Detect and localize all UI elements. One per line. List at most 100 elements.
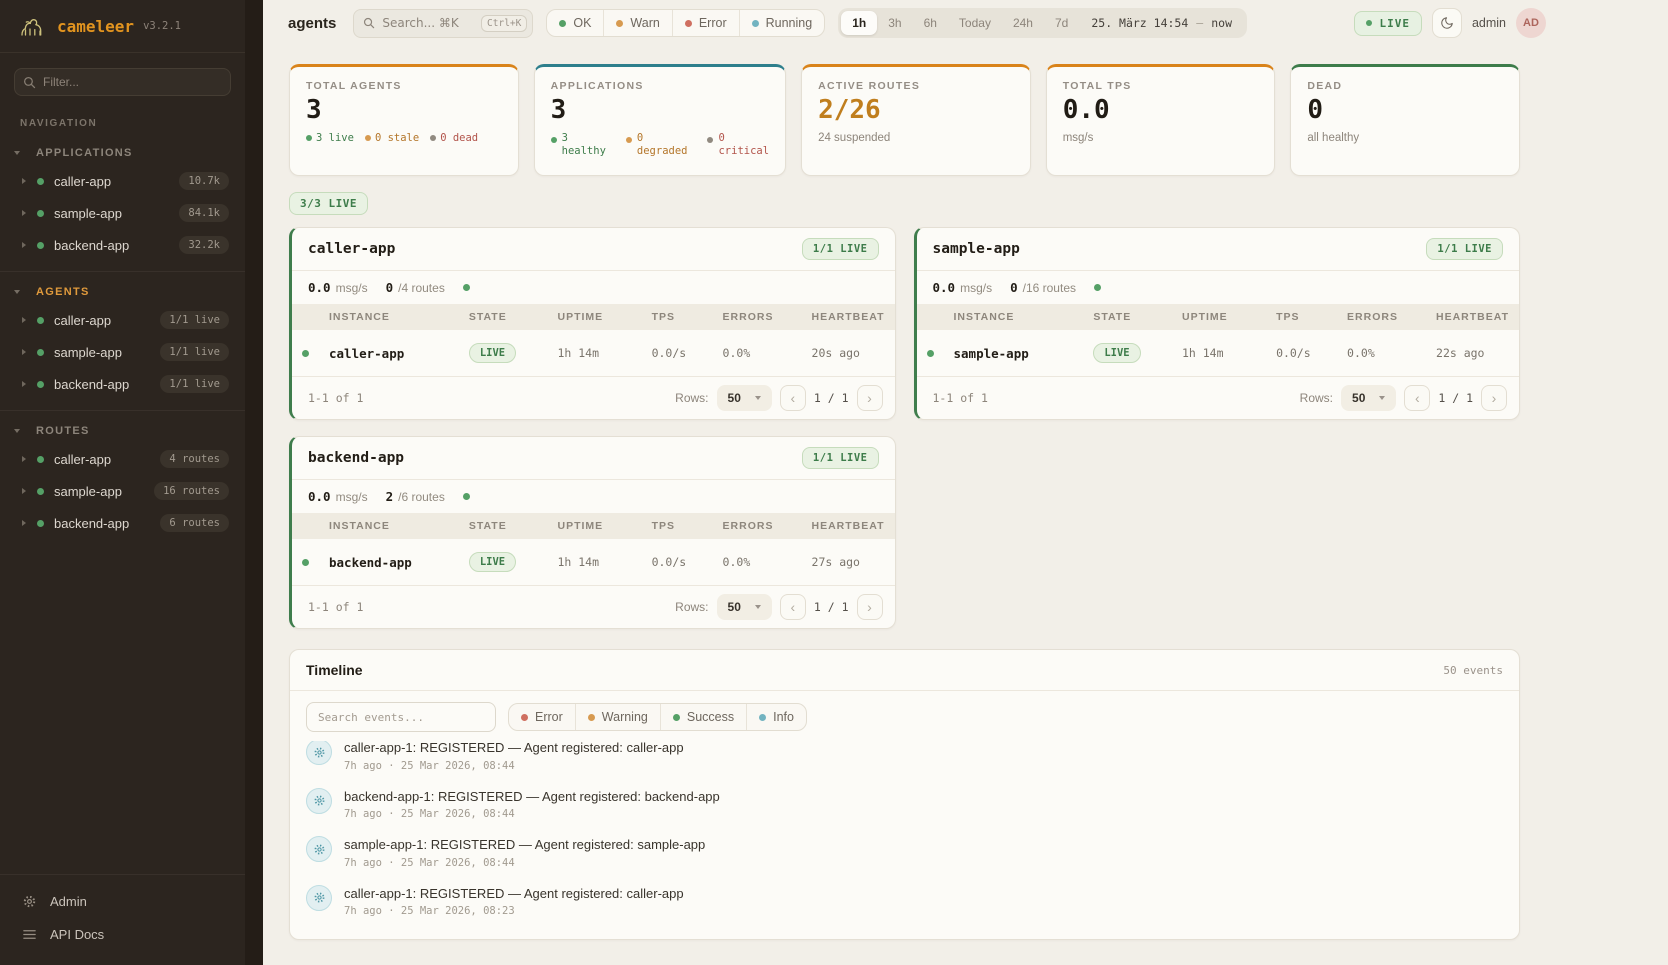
sidebar-item-agents-sample-app[interactable]: sample-app 1/1 live: [0, 336, 245, 368]
warn-dot: [616, 20, 623, 27]
event-item[interactable]: sample-app-1: REGISTERED — Agent registe…: [306, 828, 1503, 877]
filter-chip-warning[interactable]: Warning: [575, 704, 660, 730]
event-item[interactable]: caller-app-1: REGISTERED — Agent registe…: [306, 877, 1503, 926]
range-6h-button[interactable]: 6h: [913, 11, 948, 35]
routes-label: /4 routes: [398, 281, 445, 295]
live-status-badge: LIVE: [1354, 11, 1422, 36]
sidebar-spacer: [0, 549, 245, 874]
range-3h-button[interactable]: 3h: [877, 11, 912, 35]
next-page-button[interactable]: ›: [857, 385, 883, 411]
range-24h-button[interactable]: 24h: [1002, 11, 1044, 35]
chip-label: Info: [773, 710, 794, 724]
sidebar-item-admin[interactable]: Admin: [0, 885, 245, 918]
next-page-button[interactable]: ›: [857, 594, 883, 620]
sidebar-item-routes-backend-app[interactable]: backend-app 6 routes: [0, 507, 245, 539]
sidebar-item-applications-sample-app[interactable]: sample-app 84.1k: [0, 197, 245, 229]
col-uptime: UPTIME: [547, 513, 641, 539]
errors-cell: 0.0%: [713, 330, 802, 376]
stat-value: 3: [551, 96, 769, 125]
camel-logo-icon: [18, 14, 48, 39]
range-1h-button[interactable]: 1h: [841, 11, 877, 35]
filter-chip-ok[interactable]: OK: [547, 10, 603, 36]
brand-version: v3.2.1: [143, 20, 181, 32]
sidebar-item-routes-sample-app[interactable]: sample-app 16 routes: [0, 475, 245, 507]
stat-label: TOTAL TPS: [1063, 80, 1259, 92]
rows-per-page-value: 50: [728, 600, 741, 614]
filter-input[interactable]: [14, 68, 231, 96]
filter-chip-success[interactable]: Success: [660, 704, 746, 730]
sidebar-item-agents-caller-app[interactable]: caller-app 1/1 live: [0, 304, 245, 336]
prev-page-button[interactable]: ‹: [780, 594, 806, 620]
healthy-dot: [551, 137, 557, 143]
col-errors: ERRORS: [713, 513, 802, 539]
prev-page-button[interactable]: ‹: [1404, 385, 1430, 411]
app-title: sample-app: [933, 241, 1020, 257]
health-dot: [463, 493, 470, 500]
filter-chip-running[interactable]: Running: [739, 10, 825, 36]
instance-status-dot: [302, 559, 309, 566]
col-tps: TPS: [1266, 304, 1337, 330]
global-search: Ctrl+K: [353, 9, 533, 38]
rows-per-page-select[interactable]: 50: [1341, 385, 1396, 411]
tps-unit: msg/s: [960, 281, 992, 295]
filter-chip-info[interactable]: Info: [746, 704, 806, 730]
warning-dot: [588, 714, 595, 721]
theme-toggle-button[interactable]: [1432, 8, 1462, 38]
events-search-input[interactable]: [306, 702, 496, 732]
uptime-value: 1h 14m: [547, 539, 641, 585]
next-page-button[interactable]: ›: [1481, 385, 1507, 411]
chevron-right-icon: [22, 456, 26, 462]
event-timestamp: 7h ago · 25 Mar 2026, 08:23: [344, 905, 684, 917]
table-row[interactable]: sample-app LIVE 1h 14m 0.0/s 0.0% 22s ag…: [917, 330, 1520, 376]
app-card-caller-app: caller-app 1/1 LIVE 0.0 msg/s 0 /4 route…: [289, 227, 896, 420]
sidebar-item-routes-caller-app[interactable]: caller-app 4 routes: [0, 443, 245, 475]
sidebar-item-badge: 1/1 live: [160, 343, 229, 361]
breakdown-live: 3 live: [316, 132, 354, 144]
table-row[interactable]: backend-app LIVE 1h 14m 0.0/s 0.0% 27s a…: [292, 539, 895, 585]
sidebar-group-applications: APPLICATIONS caller-app 10.7k sample-app…: [0, 133, 245, 271]
chevron-right-icon: [22, 317, 26, 323]
chevron-right-icon: [22, 520, 26, 526]
sidebar-item-api-docs[interactable]: API Docs: [0, 918, 245, 951]
rows-per-page-select[interactable]: 50: [717, 594, 772, 620]
chevron-down-icon: [755, 605, 761, 609]
event-item[interactable]: backend-app-1: REGISTERED — Agent regist…: [306, 780, 1503, 829]
event-item[interactable]: caller-app-1: REGISTERED — Agent registe…: [306, 741, 1503, 780]
chip-label: Error: [535, 710, 563, 724]
timeline-event-count: 50 events: [1443, 664, 1503, 677]
app-card-header: sample-app 1/1 LIVE: [917, 228, 1520, 271]
rows-per-page-value: 50: [728, 391, 741, 405]
prev-page-button[interactable]: ‹: [780, 385, 806, 411]
table-row[interactable]: caller-app LIVE 1h 14m 0.0/s 0.0% 20s ag…: [292, 330, 895, 376]
rows-label: Rows:: [1300, 391, 1333, 405]
filter-chip-error[interactable]: Error: [672, 10, 739, 36]
sidebar-item-agents-backend-app[interactable]: backend-app 1/1 live: [0, 368, 245, 400]
group-header-routes[interactable]: ROUTES: [0, 419, 245, 443]
date-range-start: 25. März 14:54: [1091, 16, 1188, 30]
events-list[interactable]: caller-app-1: REGISTERED — Agent registe…: [290, 741, 1519, 939]
instances-table: INSTANCE STATE UPTIME TPS ERRORS HEARTBE…: [292, 304, 895, 376]
group-live-badge: 3/3 LIVE: [289, 192, 368, 215]
sidebar-item-applications-backend-app[interactable]: backend-app 32.2k: [0, 229, 245, 261]
group-header-agents[interactable]: AGENTS: [0, 280, 245, 304]
avatar[interactable]: AD: [1516, 8, 1546, 38]
errors-cell: 0.0%: [1337, 330, 1426, 376]
rows-per-page-select[interactable]: 50: [717, 385, 772, 411]
content: TOTAL AGENTS 3 3 live 0 stale 0 dead APP…: [263, 46, 1668, 965]
row-range-label: 1-1 of 1: [308, 600, 363, 614]
critical-count: 0: [718, 132, 769, 146]
group-header-applications[interactable]: APPLICATIONS: [0, 141, 245, 165]
app-title: caller-app: [308, 241, 395, 257]
filter-chip-warn[interactable]: Warn: [603, 10, 671, 36]
event-title: sample-app-1: REGISTERED — Agent registe…: [344, 836, 705, 854]
chevron-down-icon: [14, 151, 20, 155]
heartbeat-cell: 27s ago: [802, 539, 895, 585]
range-7d-button[interactable]: 7d: [1044, 11, 1079, 35]
status-dot: [37, 381, 44, 388]
row-range-label: 1-1 of 1: [308, 391, 363, 405]
sidebar-item-label: backend-app: [54, 238, 129, 253]
sidebar-item-applications-caller-app[interactable]: caller-app 10.7k: [0, 165, 245, 197]
filter-chip-error[interactable]: Error: [509, 704, 575, 730]
col-state: STATE: [459, 513, 548, 539]
range-today-button[interactable]: Today: [948, 11, 1002, 35]
